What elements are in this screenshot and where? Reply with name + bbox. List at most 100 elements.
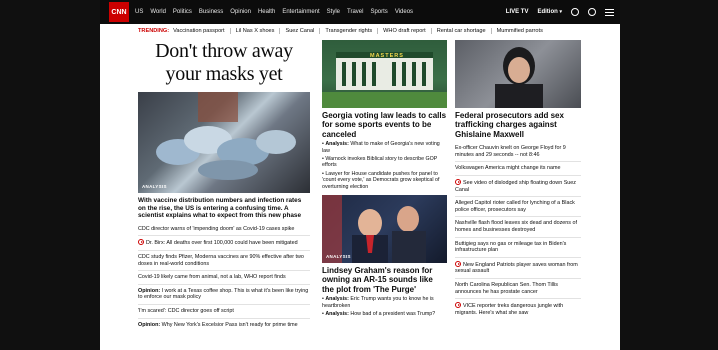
- account-icon[interactable]: [588, 8, 596, 16]
- middle-column: MASTERS Georgia voting law leads to call…: [322, 40, 447, 318]
- lead-lede[interactable]: With vaccine distribution numbers and in…: [138, 197, 310, 220]
- trending-bar: TRENDING: Vaccination passport Lil Nas X…: [138, 28, 548, 34]
- list-item-text: VICE reporter treks dangerous jungle wit…: [455, 303, 564, 316]
- nav-item-style[interactable]: Style: [327, 9, 340, 15]
- masters-photo-art: [322, 52, 447, 108]
- play-icon: [138, 239, 144, 246]
- right-background: [620, 0, 718, 350]
- bullet-text: Warnock invokes Biblical story to descri…: [322, 156, 438, 169]
- list-item[interactable]: VICE reporter treks dangerous jungle wit…: [455, 299, 581, 319]
- bullet-item[interactable]: • Lawyer for House candidate pushes for …: [322, 171, 447, 190]
- masks-photo[interactable]: ANALYSIS: [138, 92, 310, 193]
- list-item[interactable]: CDC director warns of 'impending doom' a…: [138, 223, 310, 237]
- graham-headline[interactable]: Lindsey Graham's reason for owning an AR…: [322, 266, 447, 294]
- list-item-text: Dr. Birx: All deaths over first 100,000 …: [146, 240, 298, 247]
- list-item[interactable]: See video of dislodged ship floating dow…: [455, 176, 581, 198]
- opinion-prefix: Opinion:: [138, 287, 161, 294]
- nav-item-travel[interactable]: Travel: [347, 9, 363, 15]
- list-item[interactable]: New England Patriots player saves woman …: [455, 258, 581, 279]
- lead-related-list: CDC director warns of 'impending doom' a…: [138, 223, 310, 331]
- live-tv-link[interactable]: LIVE TV: [506, 9, 529, 15]
- list-item-text: I work at a Texas coffee shop. This is w…: [138, 287, 309, 301]
- nav-item-health[interactable]: Health: [258, 9, 275, 15]
- list-item-text: CDC director warns of 'impending doom' a…: [138, 225, 295, 232]
- analysis-prefix: Analysis:: [325, 141, 349, 148]
- list-item-text: 'I'm scared': CDC director goes off scri…: [138, 307, 234, 314]
- analysis-badge: ANALYSIS: [142, 184, 167, 189]
- list-item[interactable]: Dr. Birx: All deaths over first 100,000 …: [138, 236, 310, 251]
- trending-item[interactable]: Suez Canal: [279, 28, 319, 34]
- edition-select[interactable]: Edition ▾: [537, 9, 562, 15]
- maxwell-photo-art: [495, 47, 543, 108]
- masks-photo-art: [156, 92, 296, 180]
- senate-photo[interactable]: ANALYSIS: [322, 195, 447, 264]
- play-icon: [455, 179, 461, 185]
- list-item-text: Volkswagen America might change its name: [455, 165, 561, 172]
- masters-photo[interactable]: MASTERS: [322, 40, 447, 108]
- trending-item[interactable]: WHO draft report: [377, 28, 431, 34]
- list-item-text: Buttigieg says no gas or mileage tax in …: [455, 240, 567, 254]
- left-background: [0, 0, 100, 350]
- trending-item[interactable]: Lil Nas X shoes: [229, 28, 280, 34]
- list-item-text: CDC study finds Pfizer, Moderna vaccines…: [138, 253, 304, 267]
- nav-item-videos[interactable]: Videos: [395, 9, 413, 15]
- nav-item-entertainment[interactable]: Entertainment: [282, 9, 319, 15]
- maxwell-photo[interactable]: [455, 40, 581, 108]
- list-item[interactable]: Opinion: Why New York's Excelsior Pass i…: [138, 319, 310, 332]
- list-item[interactable]: North Carolina Republican Sen. Thom Till…: [455, 279, 581, 300]
- chevron-down-icon: ▾: [559, 9, 562, 15]
- trending-item[interactable]: Transgender rights: [319, 28, 377, 34]
- nav-item-business[interactable]: Business: [199, 9, 223, 15]
- bullet-text: Lawyer for House candidate pushes for pa…: [322, 170, 440, 190]
- nav-item-opinion[interactable]: Opinion: [230, 9, 251, 15]
- nav-item-us[interactable]: US: [135, 9, 143, 15]
- georgia-headline[interactable]: Georgia voting law leads to calls for so…: [322, 111, 447, 139]
- right-column: Federal prosecutors add sex trafficking …: [455, 40, 581, 319]
- list-item[interactable]: CDC study finds Pfizer, Moderna vaccines…: [138, 251, 310, 272]
- edition-label: Edition: [537, 9, 558, 15]
- bullet-text: How bad of a president was Trump?: [350, 311, 436, 318]
- maxwell-headline[interactable]: Federal prosecutors add sex trafficking …: [455, 111, 581, 139]
- search-icon[interactable]: [571, 8, 579, 16]
- masters-board-text: MASTERS: [370, 53, 404, 59]
- lead-headline[interactable]: Don't throw away your masks yet: [138, 40, 310, 86]
- play-icon: [455, 302, 461, 309]
- analysis-prefix: Analysis:: [325, 311, 349, 318]
- analysis-badge: ANALYSIS: [326, 254, 351, 260]
- list-item[interactable]: Buttigieg says no gas or mileage tax in …: [455, 238, 581, 258]
- analysis-prefix: Analysis:: [325, 296, 349, 303]
- bullet-item[interactable]: • Analysis: Eric Trump wants you to know…: [322, 296, 447, 309]
- list-item[interactable]: 'I'm scared': CDC director goes off scri…: [138, 305, 310, 319]
- opinion-prefix: Opinion:: [138, 321, 161, 328]
- nav-item-world[interactable]: World: [150, 9, 166, 15]
- list-item-text: Why New York's Excelsior Pass isn't read…: [161, 321, 298, 328]
- list-item-text: See video of dislodged ship floating dow…: [455, 180, 576, 193]
- menu-icon[interactable]: [605, 8, 614, 16]
- bullet-item[interactable]: • Analysis: How bad of a president was T…: [322, 311, 447, 317]
- nav-menu: US World Politics Business Opinion Healt…: [135, 9, 413, 15]
- play-icon: [455, 260, 461, 267]
- list-item-text: Ex-officer Chauvin knelt on George Floyd…: [455, 145, 566, 158]
- bullet-item[interactable]: • Analysis: What to make of Georgia's ne…: [322, 141, 447, 154]
- list-item[interactable]: Covid-19 likely came from animal, not a …: [138, 271, 310, 285]
- list-item[interactable]: Opinion: I work at a Texas coffee shop. …: [138, 285, 310, 305]
- trending-label: TRENDING:: [138, 28, 170, 34]
- list-item[interactable]: Ex-officer Chauvin knelt on George Floyd…: [455, 142, 581, 163]
- list-item[interactable]: Nashville flash flood leaves six dead an…: [455, 217, 581, 238]
- top-nav-bar: CNN US World Politics Business Opinion H…: [100, 0, 620, 24]
- trending-item[interactable]: Vaccination passport: [173, 28, 230, 34]
- nav-item-sports[interactable]: Sports: [370, 9, 387, 15]
- cnn-logo[interactable]: CNN: [109, 2, 129, 22]
- bullet-item[interactable]: • Warnock invokes Biblical story to desc…: [322, 156, 447, 169]
- list-item-text: Nashville flash flood leaves six dead an…: [455, 220, 577, 233]
- trending-item[interactable]: Rental car shortage: [430, 28, 491, 34]
- list-item-text: Covid-19 likely came from animal, not a …: [138, 274, 286, 281]
- trending-item[interactable]: Mummified parrots: [490, 28, 548, 34]
- list-item-text: Alleged Capitol rioter called for lynchi…: [455, 200, 575, 213]
- list-item-text: North Carolina Republican Sen. Thom Till…: [455, 281, 558, 295]
- right-related-list: Ex-officer Chauvin knelt on George Floyd…: [455, 142, 581, 319]
- list-item[interactable]: Volkswagen America might change its name: [455, 162, 581, 176]
- nav-item-politics[interactable]: Politics: [173, 9, 192, 15]
- list-item[interactable]: Alleged Capitol rioter called for lynchi…: [455, 197, 581, 218]
- senate-photo-art: [322, 195, 426, 264]
